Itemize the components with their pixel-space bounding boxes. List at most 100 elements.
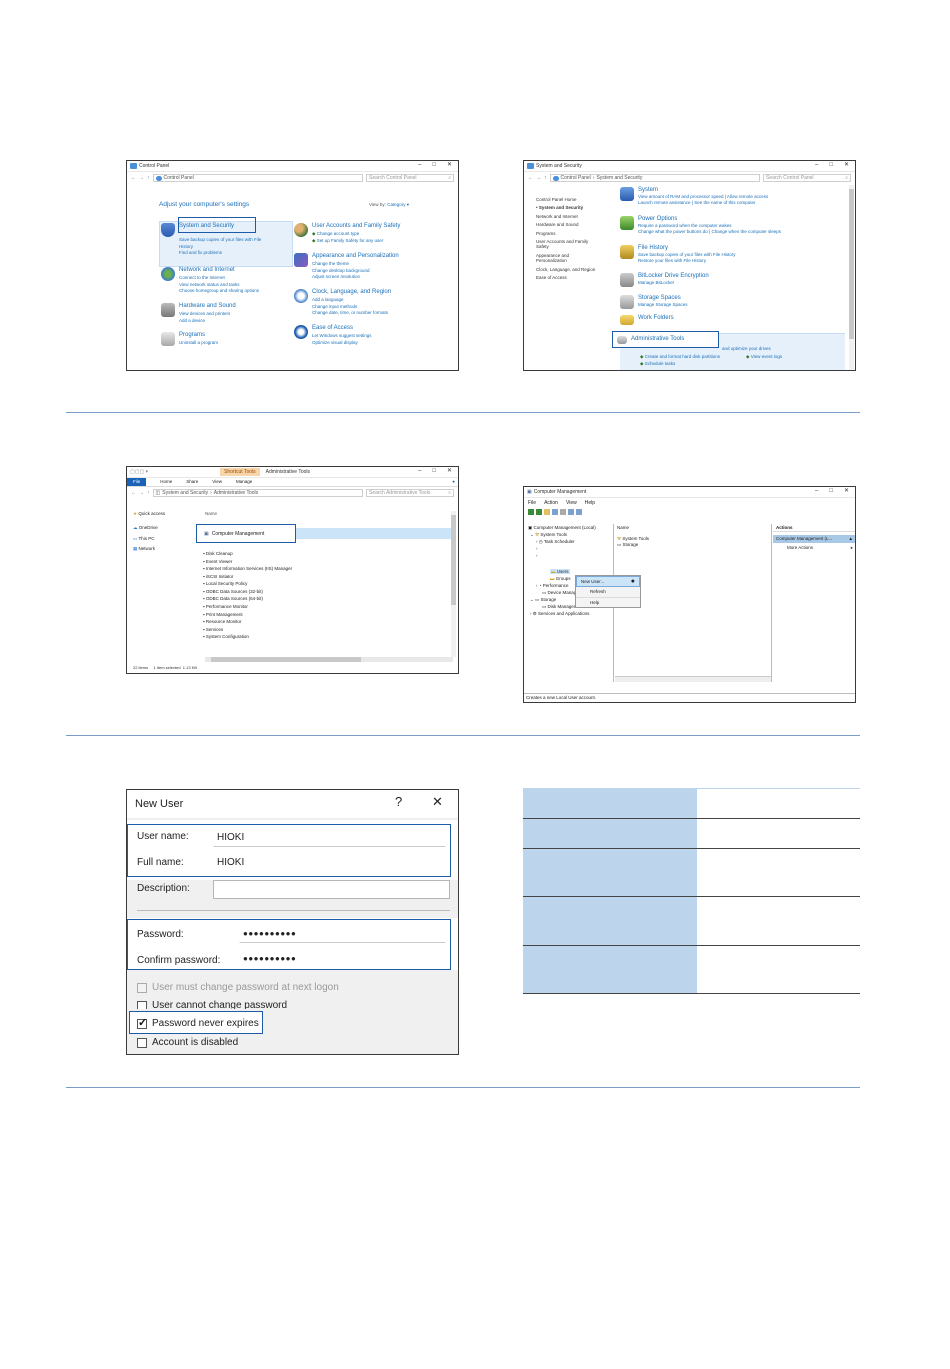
tree-system-tools[interactable]: ⌄ ⚒ System Tools [530, 532, 567, 537]
category-appearance[interactable]: Appearance and Personalization Change th… [294, 253, 399, 279]
category-link[interactable]: History [179, 244, 261, 249]
address-path[interactable]: Control Panel [152, 174, 363, 182]
scrollbar[interactable] [849, 185, 854, 370]
admin-tools-highlight[interactable]: Administrative Tools [612, 331, 719, 348]
category-user-accounts[interactable]: User Accounts and Family Safety ◆ Change… [294, 223, 400, 243]
ribbon-tab-home[interactable]: Home [160, 479, 172, 484]
admin-link[interactable]: ◆ View event logs [746, 354, 782, 359]
item-storage-spaces[interactable]: Storage Spaces Manage Storage Spaces [620, 295, 688, 309]
menu-item-new-user[interactable]: New User... ● [576, 576, 640, 588]
nav-item-current[interactable]: • System and Security [536, 205, 600, 210]
address-path[interactable]: Control Panel › System and Security [549, 174, 760, 182]
list-item[interactable]: ▪ Disk Cleanup [203, 551, 292, 556]
column-header-name[interactable]: Name [617, 525, 629, 530]
item-head[interactable]: System [638, 187, 768, 194]
panel-icon[interactable] [576, 508, 582, 515]
category-clock-language[interactable]: Clock, Language, and Region Add a langua… [294, 289, 391, 315]
nav-item[interactable]: User Accounts and Family Safety [536, 239, 600, 250]
item-power[interactable]: Power Options Require a password when the… [620, 216, 781, 234]
category-link[interactable]: Choose homegroup and sharing options [179, 288, 259, 293]
shortcut-tools-tab[interactable]: Shortcut Tools [220, 468, 260, 476]
category-head[interactable]: Programs [179, 332, 218, 339]
quick-access-toolbar-icon[interactable]: ▢▢▢ ▾ [130, 469, 148, 475]
tree-users[interactable]: ▬ Users [550, 569, 570, 575]
ribbon-tab-share[interactable]: Share [186, 479, 198, 484]
admin-link[interactable]: ◆ Create and format hard disk partitions [640, 354, 720, 359]
item-bitlocker[interactable]: BitLocker Drive Encryption Manage BitLock… [620, 273, 709, 287]
item-link[interactable]: Change what the power buttons do | Chang… [638, 229, 781, 234]
maximize-icon[interactable]: □ [432, 468, 436, 475]
item-link[interactable]: Restore your files with File History [638, 258, 736, 263]
category-link[interactable]: View network status and tasks [179, 282, 259, 287]
category-programs[interactable]: Programs Uninstall a program [161, 332, 218, 346]
item-link[interactable]: Manage BitLocker [638, 280, 709, 285]
category-link[interactable]: Uninstall a program [179, 340, 218, 345]
folder-icon[interactable] [544, 508, 550, 515]
menu-item-help[interactable]: Help [576, 596, 640, 607]
item-file-history[interactable]: File History Save backup copies of your f… [620, 245, 736, 263]
category-head[interactable]: System and Security [179, 223, 261, 230]
maximize-icon[interactable]: □ [432, 162, 436, 169]
help-icon[interactable] [568, 508, 574, 515]
tree-storage[interactable]: ⌄ ▭ Storage [530, 597, 556, 602]
list-item[interactable]: ▭ Storage [617, 542, 638, 547]
minimize-icon[interactable]: – [418, 162, 421, 169]
tree-collapsed[interactable]: › [536, 546, 538, 551]
search-box[interactable]: Search Control Panel ⌕ [763, 174, 851, 182]
actions-selected[interactable]: Computer Management (L... ▲ [773, 535, 855, 543]
tree-groups[interactable]: ▬ Groups [550, 576, 571, 581]
nav-item[interactable]: Programs [536, 231, 600, 236]
search-box[interactable]: Search Control Panel ⌕ [366, 174, 454, 182]
list-item[interactable]: ▪ Performance Monitor [203, 604, 292, 609]
nav-network[interactable]: ▦ Network [133, 546, 165, 551]
close-icon[interactable]: ✕ [447, 162, 452, 169]
close-icon[interactable]: ✕ [844, 488, 849, 495]
close-button[interactable]: ✕ [432, 794, 443, 810]
list-item[interactable]: ▪ Resource Monitor [203, 619, 292, 624]
up-icon[interactable]: ↑ [147, 490, 150, 496]
category-link[interactable]: ◆ Set up Family Safety for any user [312, 238, 400, 243]
full-name-input[interactable]: HIOKI [213, 853, 446, 872]
menu-item-refresh[interactable]: Refresh [576, 587, 640, 596]
list-item[interactable]: ▪ Print Management [203, 612, 292, 617]
list-item[interactable]: ⚒ System Tools [617, 536, 649, 541]
category-link[interactable]: Adjust screen resolution [312, 274, 399, 279]
category-link[interactable]: Optimize visual display [312, 340, 372, 345]
category-head[interactable]: Ease of Access [312, 325, 372, 332]
maximize-icon[interactable]: □ [829, 488, 833, 495]
admin-link[interactable]: and optimize your drives [722, 346, 771, 351]
item-head[interactable]: Storage Spaces [638, 295, 688, 302]
search-box[interactable]: Search Administrative Tools ⌕ [366, 489, 454, 497]
category-link[interactable]: Connect to the Internet [179, 275, 259, 280]
nav-item[interactable]: Control Panel Home [536, 197, 600, 202]
view-icon[interactable] [552, 508, 558, 515]
computer-management-highlight[interactable]: ▣ Computer Management [196, 524, 296, 543]
forward-icon[interactable]: → [536, 175, 541, 181]
category-link[interactable]: Change date, time, or number formats [312, 310, 391, 315]
item-link[interactable]: Manage Storage Spaces [638, 302, 688, 307]
category-link[interactable]: Change input methods [312, 304, 391, 309]
list-item[interactable]: ▪ ODBC Data Sources (64-bit) [203, 596, 292, 601]
category-link[interactable]: Let Windows suggest settings [312, 333, 372, 338]
minimize-icon[interactable]: – [815, 488, 818, 495]
category-ease-of-access[interactable]: Ease of Access Let Windows suggest setti… [294, 325, 372, 345]
category-link[interactable]: Find and fix problems [179, 250, 261, 255]
list-item[interactable]: ▪ Local Security Policy [203, 581, 292, 586]
category-link[interactable]: Add a device [179, 318, 236, 323]
ribbon-tab-manage[interactable]: Manage [236, 479, 252, 484]
nav-onedrive[interactable]: ☁ OneDrive [133, 525, 165, 530]
category-head[interactable]: User Accounts and Family Safety [312, 223, 400, 230]
password-input[interactable]: ●●●●●●●●●● [239, 924, 446, 943]
menu-help[interactable]: Help [585, 500, 595, 506]
category-head[interactable]: Appearance and Personalization [312, 253, 399, 260]
category-network-internet[interactable]: Network and Internet Connect to the Inte… [161, 267, 259, 293]
confirm-password-input[interactable]: ●●●●●●●●●● [239, 949, 446, 968]
admin-link[interactable]: ◆ Schedule tasks [640, 361, 675, 366]
description-input[interactable] [213, 880, 450, 899]
user-name-input[interactable]: HIOKI [213, 828, 446, 847]
vertical-scrollbar[interactable] [451, 511, 456, 657]
ribbon-tab-view[interactable]: View [212, 479, 222, 484]
checkbox-icon[interactable] [137, 1038, 147, 1048]
close-icon[interactable]: ✕ [447, 468, 452, 475]
checkbox-icon[interactable] [137, 983, 147, 993]
